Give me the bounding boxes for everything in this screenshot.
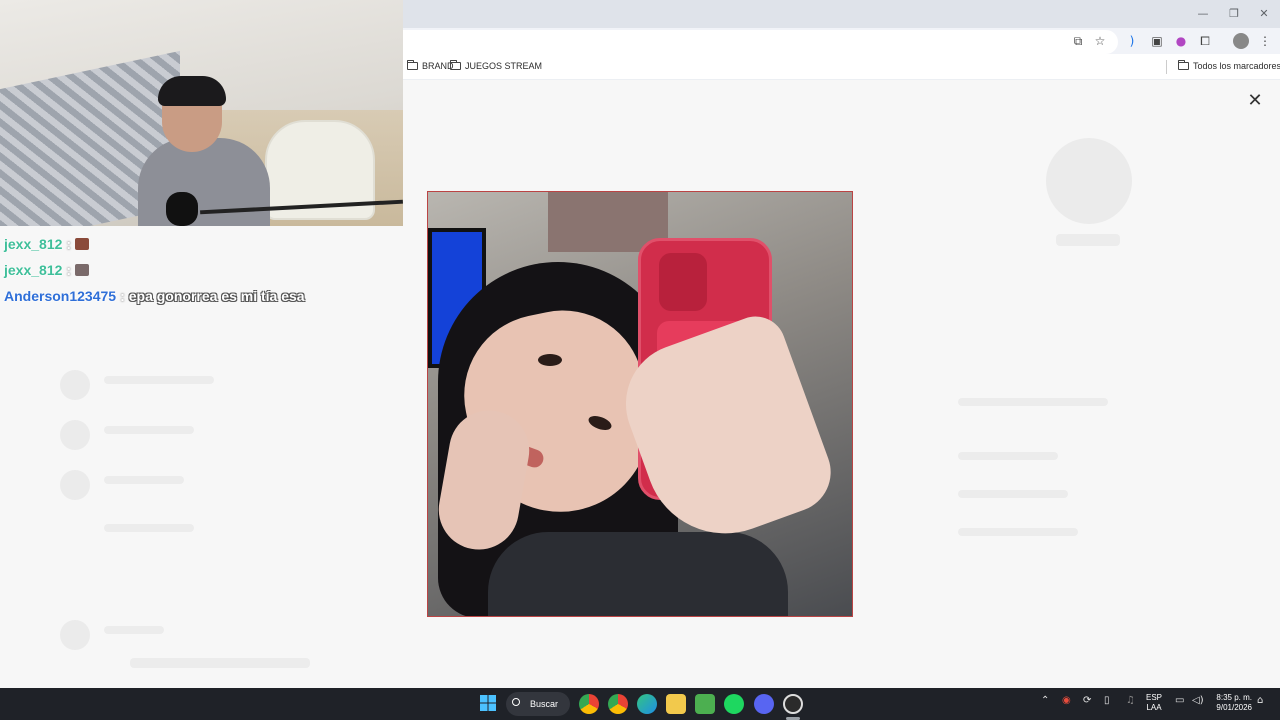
chat-separator: : [66,262,72,278]
folder-icon [407,60,418,70]
extension-face-icon[interactable]: ● [1173,33,1189,49]
chevron-up-icon[interactable]: ⌃ [1041,695,1049,706]
microphone [166,192,198,226]
chat-message: jexx_812: [4,231,404,257]
usb-icon[interactable]: ▯ [1104,695,1110,706]
avatar-blurred [60,470,90,500]
clock-time: 8:35 p. m. [1216,693,1252,702]
browser-toolbar: ⧉ ☆ ) ▣ ● ⧠ ⋮ [403,28,1280,54]
windows-taskbar: Buscar ⌃ ◉ ⟳ ▯ ♫ ESP LAA ▭ ◁) 8:35 p. m.… [0,688,1280,720]
sync-icon[interactable]: ⟳ [1083,695,1091,706]
streamer-hair [158,76,226,106]
list-line-blurred [104,524,194,532]
input-language[interactable]: ESP LAA [1146,693,1162,713]
microphone-icon[interactable]: ♫ [1126,695,1135,706]
browser-titlebar: — ❐ ✕ [403,0,1280,28]
language-code: ESP [1146,693,1163,702]
folder-icon [450,60,461,70]
window-close-icon[interactable]: ✕ [1256,6,1272,22]
chat-message: jexx_812: [4,257,404,283]
info-line-blurred [958,528,1078,536]
desktop-screen: — ❐ ✕ ⧉ ☆ ) ▣ ● ⧠ ⋮ BRAND JUEGOS STREAM … [0,0,1280,720]
info-line-blurred [958,490,1068,498]
stream-chat: jexx_812: jexx_812: Anderson123475: epa gon… [4,231,404,309]
all-bookmarks-label: Todos los marcadores [1193,61,1280,71]
list-line-blurred [104,476,184,484]
input-blurred [130,658,310,668]
extension-square-icon[interactable]: ▣ [1149,33,1165,49]
chrome-icon[interactable] [579,694,599,714]
install-app-icon[interactable]: ⧉ [1070,33,1086,49]
bookmarks-bar: BRAND JUEGOS STREAM Todos los marcadores [403,54,1280,80]
chat-separator: : [66,236,72,252]
chat-text: epa gonorrea es mi tía esa [128,288,305,304]
notification-bell-icon[interactable]: ⌂ [1257,695,1263,706]
list-line-blurred [104,626,164,634]
chat-separator: : [120,288,125,304]
spotify-icon[interactable] [724,694,744,714]
list-line-blurred [104,376,214,384]
file-explorer-icon[interactable] [666,694,686,714]
info-line-blurred [958,398,1108,406]
bookmark-label: BRAND [422,61,454,71]
tray-app-icon[interactable]: ◉ [1062,695,1071,706]
chat-username: Anderson123475 [4,288,117,304]
info-line-blurred [958,452,1058,460]
chat-emote [75,264,90,276]
taskbar-search-button[interactable]: Buscar [506,692,570,716]
enlarged-photo [427,191,853,617]
chat-username: jexx_812 [4,262,63,278]
address-bar[interactable] [403,30,1118,54]
avatar-blurred [60,370,90,400]
photo-eye [538,354,562,366]
chat-emote [75,238,90,250]
webcam-overlay [0,0,403,226]
edge-icon[interactable] [637,694,657,714]
chat-username: jexx_812 [4,236,63,252]
avatar-blurred [60,620,90,650]
minimize-icon[interactable]: — [1195,6,1211,22]
obs-icon[interactable] [783,694,803,714]
bookmark-label: JUEGOS STREAM [465,61,543,71]
network-icon[interactable]: ▭ [1175,695,1184,706]
profile-picture-blurred [1046,138,1132,224]
close-icon[interactable]: ✕ [1246,92,1264,110]
read-aloud-icon[interactable]: ) [1124,33,1140,49]
bookmark-star-icon[interactable]: ☆ [1092,33,1108,49]
list-line-blurred [104,426,194,434]
windows-start-icon[interactable] [479,694,499,714]
minecraft-icon[interactable] [695,694,715,714]
photo-jacket [488,532,788,616]
avatar-blurred [60,420,90,450]
keyboard-layout: LAA [1146,703,1162,712]
bookmark-divider [1166,60,1167,74]
folder-icon [1178,60,1189,70]
chat-message: Anderson123475: epa gonorrea es mi tía es… [4,283,404,309]
clock-date: 9/01/2026 [1216,703,1252,712]
search-icon [512,698,520,706]
search-label: Buscar [530,699,559,709]
profile-name-blurred [1056,234,1120,246]
photo-phone-camera [659,253,707,311]
volume-icon[interactable]: ◁) [1192,695,1204,706]
taskbar-clock[interactable]: 8:35 p. m. 9/01/2026 [1212,693,1252,713]
discord-icon[interactable] [754,694,774,714]
restore-icon[interactable]: ❐ [1226,6,1242,22]
more-menu-icon[interactable]: ⋮ [1257,33,1273,49]
all-bookmarks-button[interactable]: Todos los marcadores [1178,60,1280,71]
bookmark-folder-juegos-stream[interactable]: JUEGOS STREAM [450,60,543,71]
profile-avatar-icon[interactable] [1233,33,1249,49]
bookmark-folder-brand[interactable]: BRAND [407,60,454,71]
chrome-profile-icon[interactable] [608,694,628,714]
extensions-puzzle-icon[interactable]: ⧠ [1197,33,1213,49]
